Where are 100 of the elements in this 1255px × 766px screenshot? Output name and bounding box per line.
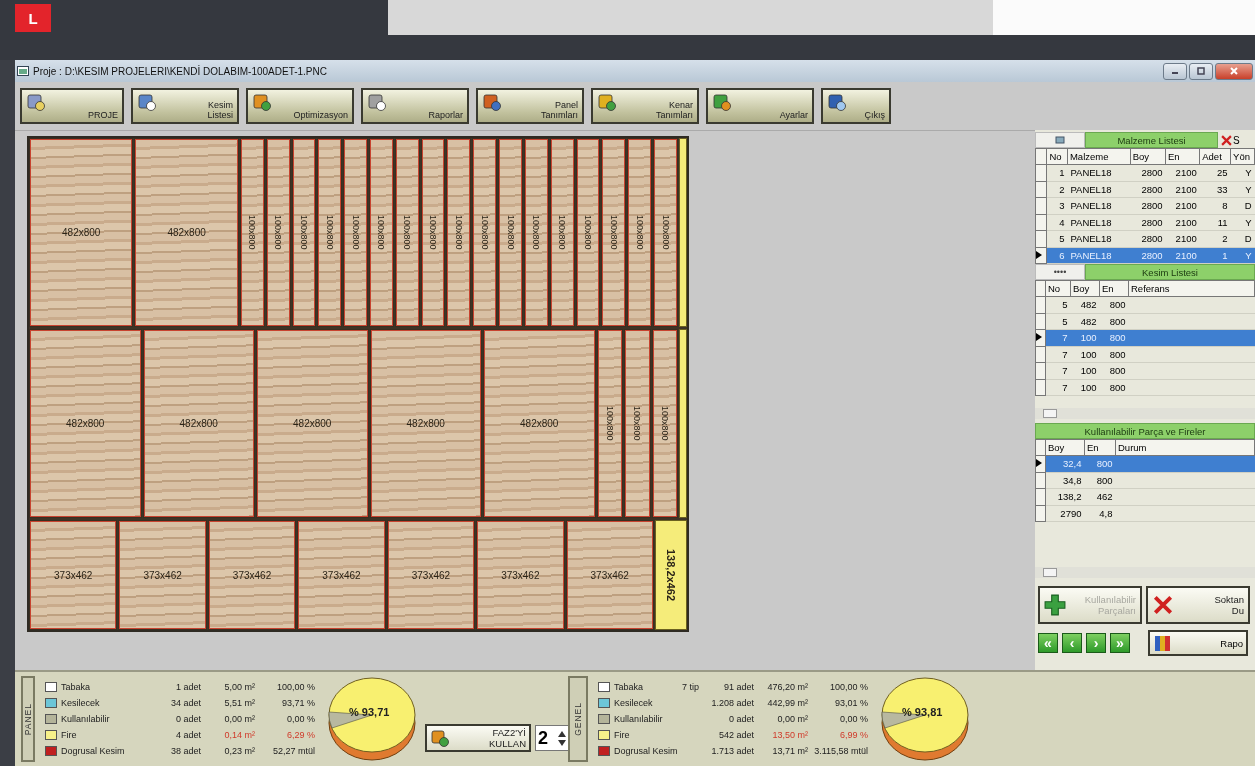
offcut-piece[interactable] [678, 138, 687, 328]
table-row[interactable]: 2790 4,8 [1035, 505, 1255, 522]
horizontal-scrollbar[interactable] [1035, 408, 1255, 419]
panel-piece[interactable]: 373x462 [118, 520, 207, 630]
toolbar-button[interactable]: Çıkış [821, 88, 891, 124]
toolbar-button[interactable]: Kesim Listesi [131, 88, 239, 124]
report-button[interactable]: Rapo [1148, 630, 1248, 656]
horizontal-scrollbar[interactable] [1035, 567, 1255, 578]
table-row[interactable]: 34,8 800 [1035, 472, 1255, 489]
ratio-value: 3.115,58 mtül [813, 746, 868, 756]
table-row[interactable]: 7 100 800 [1035, 346, 1255, 363]
panel-piece[interactable]: 100x800 [549, 138, 575, 328]
maximize-button[interactable] [1189, 62, 1213, 80]
panel-piece[interactable]: 100x800 [653, 138, 678, 328]
panel-piece[interactable]: 373x462 [297, 520, 386, 630]
collapse-button[interactable] [1035, 132, 1085, 148]
table-title: Malzeme Listesi [1085, 132, 1218, 148]
table-row[interactable]: 1 PANEL18 2800 2100 25 Y [1035, 164, 1255, 181]
column-header[interactable]: No [1045, 280, 1071, 297]
table-row[interactable]: 6 PANEL18 2800 2100 1 Y [1035, 247, 1255, 264]
panel-piece[interactable]: 100x800 [651, 329, 679, 519]
panel-piece[interactable]: 100x800 [394, 138, 420, 328]
table-row[interactable]: 138,2 462 [1035, 488, 1255, 505]
panel-piece[interactable]: 100x800 [420, 138, 446, 328]
panel-piece[interactable]: 100x800 [498, 138, 523, 328]
panel-piece[interactable]: 100x800 [627, 138, 653, 328]
panel-piece[interactable]: 373x462 [29, 520, 118, 630]
panel-piece[interactable]: 100x800 [239, 138, 265, 328]
column-header[interactable]: En [1165, 148, 1200, 165]
legend-label: Kesilecek [614, 698, 654, 708]
table-row[interactable]: 5 482 800 [1035, 313, 1255, 330]
window-icon [1055, 136, 1065, 144]
offcut-piece[interactable]: 138,2x462 [654, 520, 687, 630]
toolbar-button[interactable]: Kenar Tanımları [591, 88, 699, 124]
panel-piece[interactable]: 100x800 [523, 138, 549, 328]
panel-piece[interactable]: 100x800 [624, 329, 651, 519]
table-row[interactable]: 7 100 800 [1035, 379, 1255, 396]
panel-piece[interactable]: 373x462 [476, 520, 565, 630]
panel-piece[interactable]: 482x800 [369, 329, 482, 519]
panel-piece[interactable]: 100x800 [317, 138, 343, 328]
legend-label: Kesilecek [61, 698, 101, 708]
toolbar-button[interactable]: Panel Tanımları [476, 88, 584, 124]
section-badge: L [15, 4, 51, 32]
table-row[interactable]: 4 PANEL18 2800 2100 11 Y [1035, 214, 1255, 231]
panel-piece[interactable]: 100x800 [575, 138, 601, 328]
table-row[interactable]: 5 482 800 [1035, 296, 1255, 313]
count-value: 91 adet [722, 682, 754, 692]
legend-label: Fire [61, 730, 78, 740]
panel-piece[interactable]: 482x800 [29, 138, 134, 328]
panel-piece[interactable]: 100x800 [596, 329, 623, 519]
toolbar-button[interactable]: Optimizasyon [246, 88, 354, 124]
phase-button[interactable]: FAZ2'Yİ KULLAN [425, 724, 531, 752]
column-header[interactable]: No [1046, 148, 1068, 165]
table-row[interactable]: 3 PANEL18 2800 2100 8 D [1035, 197, 1255, 214]
offcut-piece[interactable] [679, 329, 688, 519]
column-header[interactable]: Durum [1115, 439, 1255, 456]
toolbar-button[interactable]: Ayarlar [706, 88, 814, 124]
panel-piece[interactable]: 100x800 [369, 138, 394, 328]
minimize-button[interactable] [1163, 62, 1187, 80]
row-pointer-icon [1036, 333, 1042, 342]
panel-piece[interactable]: 482x800 [29, 329, 142, 519]
panel-piece[interactable]: 373x462 [386, 520, 476, 630]
column-header[interactable]: Boy [1045, 439, 1085, 456]
panel-piece[interactable]: 100x800 [446, 138, 472, 328]
column-header[interactable]: Boy [1130, 148, 1166, 165]
table-row[interactable]: 7 100 800 [1035, 362, 1255, 379]
close-icon [1221, 134, 1232, 146]
panel-piece[interactable]: 482x800 [134, 138, 239, 328]
down-arrow-icon[interactable] [558, 739, 566, 746]
column-header[interactable]: En [1084, 439, 1116, 456]
panel-piece[interactable]: 100x800 [472, 138, 498, 328]
table-row[interactable]: 2 PANEL18 2800 2100 33 Y [1035, 181, 1255, 198]
column-header[interactable]: Yön [1230, 148, 1255, 165]
column-header[interactable]: Boy [1070, 280, 1100, 297]
number-spinner[interactable]: 2 [535, 725, 569, 751]
panel-piece[interactable]: 373x462 [565, 520, 654, 630]
column-header[interactable]: Malzeme [1067, 148, 1131, 165]
section-label: GENEL [568, 676, 588, 762]
toolbar-button[interactable]: PROJE [20, 88, 124, 124]
column-header[interactable]: En [1099, 280, 1129, 297]
panel-piece[interactable]: 482x800 [142, 329, 255, 519]
close-button[interactable] [1215, 62, 1253, 80]
panel-piece[interactable]: 100x800 [265, 138, 291, 328]
legend-label: Kullanılabilir [614, 714, 664, 724]
column-header[interactable]: Referans [1128, 280, 1255, 297]
toolbar-icon [827, 92, 847, 112]
action-button[interactable]: Soktan Du [1146, 586, 1250, 624]
area-value: 13,50 m² [771, 730, 808, 740]
panel-piece[interactable]: 482x800 [483, 329, 596, 519]
toolbar-button[interactable]: Raporlar [361, 88, 469, 124]
area-value: 442,99 m² [766, 698, 808, 708]
options-button[interactable]: •••• [1035, 264, 1085, 280]
up-arrow-icon[interactable] [558, 730, 566, 737]
panel-piece[interactable]: 373x462 [207, 520, 297, 630]
panel-piece[interactable]: 100x800 [601, 138, 627, 328]
table-row[interactable]: 5 PANEL18 2800 2100 2 D [1035, 230, 1255, 247]
column-header[interactable]: Adet [1199, 148, 1231, 165]
panel-piece[interactable]: 100x800 [291, 138, 317, 328]
panel-piece[interactable]: 482x800 [256, 329, 369, 519]
panel-piece[interactable]: 100x800 [343, 138, 368, 328]
